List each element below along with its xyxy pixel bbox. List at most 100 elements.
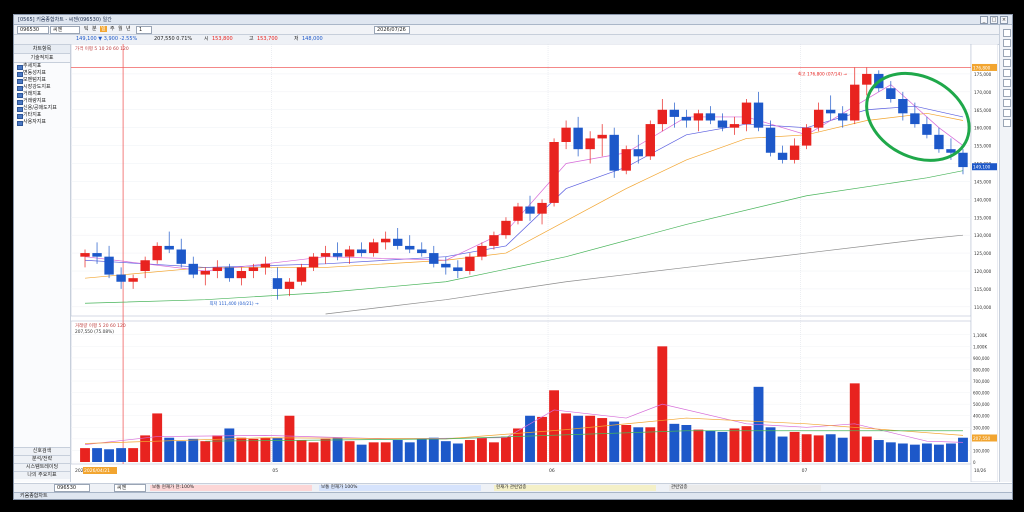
chart-area[interactable]: 175,000170,000165,000160,000155,000150,0…	[70, 43, 999, 483]
volume-bar	[537, 416, 547, 462]
candle-body	[441, 263, 451, 268]
tool-button-2[interactable]	[1003, 39, 1011, 47]
sidebar-item-label: 거래지표	[23, 91, 42, 97]
candle-body	[633, 149, 643, 157]
candle-body	[573, 127, 583, 150]
close-button[interactable]: ×	[1000, 16, 1008, 24]
tab-day[interactable]: 일	[100, 26, 107, 32]
sidebar-bottom-3[interactable]: 나의 주요지표	[14, 471, 70, 479]
candle-body	[356, 249, 367, 254]
volume-bar	[116, 448, 127, 462]
tool-button-3[interactable]	[1003, 49, 1011, 57]
sidebar-item-5[interactable]: 거래량지표	[14, 98, 70, 105]
price-volume-chart[interactable]: 175,000170,000165,000160,000155,000150,0…	[70, 43, 999, 483]
volume-bar	[452, 443, 463, 462]
bottom-segment-3[interactable]: 현재가 관련업종	[494, 485, 656, 491]
stock-name-field: 씨젠	[50, 26, 80, 34]
sidebar-item-3[interactable]: 시장강도지표	[14, 84, 70, 91]
volume-bar	[501, 436, 511, 462]
candle-body	[585, 138, 595, 150]
sidebar-section-title[interactable]: 기술적지표	[14, 54, 70, 63]
sidebar-item-6[interactable]: 신용/공매도지표	[14, 105, 70, 112]
tool-button-7[interactable]	[1003, 89, 1011, 97]
sidebar-list: 추세지표 변동성지표 모멘텀지표 시장강도지표 거래지표 거래량지표 신용/공매도지표 기타지…	[14, 63, 70, 126]
tab-tick[interactable]: 틱	[84, 26, 89, 32]
volume-bar	[669, 423, 680, 462]
volume-bar	[621, 424, 632, 462]
candle-body	[597, 134, 607, 139]
tab-minute[interactable]: 분	[92, 26, 97, 32]
candle-body	[104, 256, 114, 275]
sidebar-item-label: 모멘텀지표	[23, 77, 47, 83]
open-value: 153,800	[212, 36, 233, 42]
current-price-text: 149,100 ▼ 3,900 -2.55%	[76, 36, 138, 42]
candle-body	[128, 278, 138, 282]
sidebar-item-4[interactable]: 거래지표	[14, 91, 70, 98]
sidebar-item-0[interactable]: 추세지표	[14, 63, 70, 70]
low-label: 저	[294, 36, 299, 42]
volume-text: 207,550 0.71%	[154, 36, 193, 42]
stock-name: 씨젠	[53, 27, 63, 33]
window-title: [0565] 키움종합차트 - 씨젠(096530) 일간	[18, 17, 112, 23]
candle-body	[705, 113, 716, 121]
sidebar-item-7[interactable]: 기타지표	[14, 112, 70, 119]
tab-month[interactable]: 월	[118, 26, 123, 32]
sidebar-item-2[interactable]: 모멘텀지표	[14, 77, 70, 84]
volume-current-tag: 207,550	[973, 436, 991, 441]
volume-bar	[80, 448, 90, 462]
tool-button-4[interactable]	[1003, 59, 1011, 67]
volume-bar	[260, 437, 271, 462]
price-tick-label: 175,000	[974, 72, 992, 77]
tab-week[interactable]: 주	[110, 26, 115, 32]
sidebar-bottom-1[interactable]: 분석/전략	[14, 455, 70, 463]
tab-year[interactable]: 년	[126, 26, 131, 32]
sidebar-item-8[interactable]: 사용자지표	[14, 119, 70, 126]
sidebar-item-label: 기타지표	[23, 112, 42, 118]
volume-bar	[561, 413, 572, 462]
tool-button-6[interactable]	[1003, 79, 1011, 87]
candle-body	[777, 152, 788, 160]
sidebar-item-1[interactable]: 변동성지표	[14, 70, 70, 77]
price-tick-label: 165,000	[974, 108, 992, 113]
sidebar-top-title[interactable]: 차트항목	[14, 45, 70, 54]
volume-bar	[813, 435, 824, 462]
volume-tick-label: 800,000	[973, 367, 990, 372]
stock-code-input[interactable]: 096530	[17, 26, 49, 34]
bottom-segment-4[interactable]: 관련업종	[669, 485, 821, 491]
volume-bar	[224, 428, 235, 462]
tool-button-10[interactable]	[1003, 119, 1011, 127]
bottom-code-input[interactable]: 096530	[54, 484, 90, 492]
tool-button-5[interactable]	[1003, 69, 1011, 77]
sidebar-item-label: 변동성지표	[23, 70, 47, 76]
bottom-segment-2[interactable]: 보통 현재가 100%	[319, 485, 481, 491]
high-annotation: 최고 176,800 (07/14) →	[798, 70, 848, 77]
volume-bar	[609, 421, 620, 462]
tool-button-8[interactable]	[1003, 99, 1011, 107]
volume-bar	[597, 418, 608, 462]
candle-body	[549, 142, 559, 203]
volume-bar	[765, 427, 776, 462]
candle-body	[561, 127, 571, 142]
candle-body	[80, 253, 90, 257]
price-panel-frame	[70, 43, 972, 317]
minimize-button[interactable]: _	[980, 16, 988, 24]
tool-button-1[interactable]	[1003, 29, 1011, 37]
candle-body	[260, 263, 271, 268]
volume-bar	[489, 442, 499, 462]
candle-body	[417, 249, 427, 254]
maximize-button[interactable]: □	[990, 16, 998, 24]
sidebar-bottom-0[interactable]: 신호검색	[14, 447, 70, 455]
bottom-segment-1[interactable]: 보통 현재가 현:100%	[150, 485, 312, 491]
period-count-input[interactable]: 1	[136, 26, 152, 34]
tool-button-9[interactable]	[1003, 109, 1011, 117]
price-tick-label: 120,000	[974, 269, 992, 274]
candle-body	[862, 73, 872, 85]
status-tab[interactable]: 키움종합차트	[20, 493, 48, 499]
volume-bar	[380, 442, 391, 462]
candle-body	[681, 116, 692, 121]
date-input[interactable]: 2026/07/26	[374, 26, 410, 34]
sidebar-bottom-2[interactable]: 시스템트레이딩	[14, 463, 70, 471]
candle-body	[152, 245, 162, 261]
price-tick-label: 145,000	[974, 179, 992, 184]
candle-body	[212, 267, 223, 271]
